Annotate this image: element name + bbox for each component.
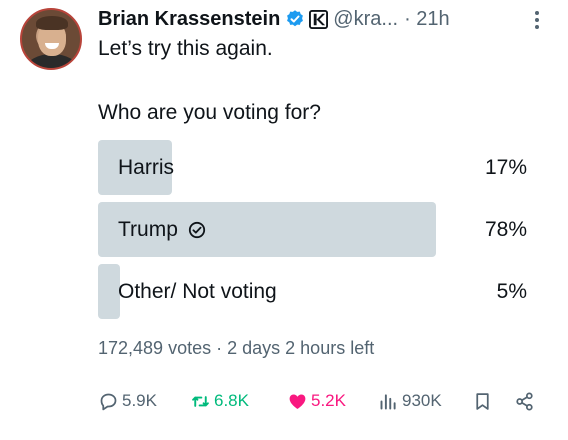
bookmark-icon xyxy=(476,392,489,410)
poll-option-text: Trump xyxy=(118,217,178,241)
poll-bar xyxy=(98,264,120,319)
avatar[interactable] xyxy=(20,8,82,70)
more-options-icon[interactable] xyxy=(534,10,540,30)
poll-question: Who are you voting for? xyxy=(98,101,321,124)
check-circle-icon xyxy=(188,221,206,238)
avatar-hair xyxy=(36,16,68,30)
views-button[interactable]: 930K xyxy=(378,386,442,416)
share-button[interactable] xyxy=(514,386,538,416)
poll-option-label: Trump xyxy=(118,202,206,257)
affiliate-k-icon[interactable] xyxy=(309,9,329,29)
retweet-count: 6.8K xyxy=(214,391,249,410)
bookmark-button[interactable] xyxy=(472,386,496,416)
timestamp-value: 21h xyxy=(416,7,450,30)
poll-option-percent: 78% xyxy=(484,217,527,241)
timestamp[interactable]: · 21h xyxy=(404,8,450,31)
tweet-header: Brian Krassenstein @kra... · 21h xyxy=(98,6,450,32)
heart-icon xyxy=(289,394,306,409)
views-icon xyxy=(380,393,396,409)
verified-badge-icon[interactable] xyxy=(285,9,305,29)
poll-option-label: Other/ Not voting xyxy=(118,264,277,319)
views-count: 930K xyxy=(402,391,442,410)
timestamp-separator: · xyxy=(404,7,411,30)
retweet-icon xyxy=(192,395,209,407)
avatar-shirt xyxy=(26,54,78,68)
poll-option-trump: Trump 78% xyxy=(98,202,531,257)
poll-time-left: 2 days 2 hours left xyxy=(227,338,375,358)
like-button[interactable]: 5.2K xyxy=(287,386,346,416)
reply-count: 5.9K xyxy=(122,391,157,410)
poll-option-label: Harris xyxy=(118,140,174,195)
reply-button[interactable]: 5.9K xyxy=(98,386,157,416)
share-icon xyxy=(516,391,533,411)
poll-option-percent: 5% xyxy=(496,279,527,303)
retweet-button[interactable]: 6.8K xyxy=(190,386,249,416)
reply-icon xyxy=(100,393,117,410)
tweet-actions: 5.9K 6.8K 5.2K 930K xyxy=(98,386,538,416)
poll-meta-separator: · xyxy=(216,338,223,358)
poll-votes: 172,489 votes xyxy=(98,338,212,358)
like-count: 5.2K xyxy=(311,391,346,410)
tweet-text: Let’s try this again. xyxy=(98,37,273,60)
poll-option-percent: 17% xyxy=(484,155,527,179)
poll-option-harris: Harris 17% xyxy=(98,140,531,195)
author-name[interactable]: Brian Krassenstein xyxy=(98,8,280,31)
poll-option-other: Other/ Not voting 5% xyxy=(98,264,531,319)
poll-option-text: Harris xyxy=(118,155,174,179)
poll-meta: 172,489 votes · 2 days 2 hours left xyxy=(98,338,374,359)
author-handle[interactable]: @kra... xyxy=(333,8,398,31)
poll-option-text: Other/ Not voting xyxy=(118,279,277,303)
